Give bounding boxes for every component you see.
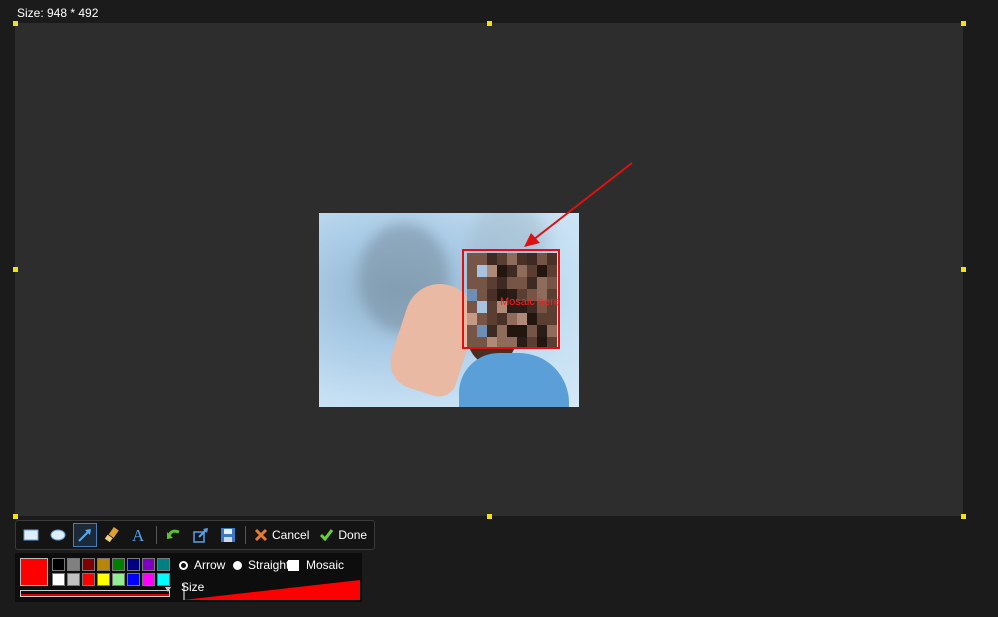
current-color-swatch[interactable] — [20, 558, 48, 586]
chevron-down-icon — [165, 587, 171, 592]
selection-handle-bottom-center[interactable] — [487, 514, 492, 519]
color-swatch[interactable] — [112, 573, 125, 586]
annotation-toolbar: A Cancel Done — [15, 520, 375, 550]
selection-handle-top-left[interactable] — [13, 21, 18, 26]
color-swatch[interactable] — [52, 558, 65, 571]
color-swatch[interactable] — [157, 573, 170, 586]
mosaic-label: Mosaic — [306, 558, 345, 572]
undo-button[interactable] — [162, 523, 186, 547]
color-swatch[interactable] — [127, 573, 140, 586]
close-icon — [254, 528, 268, 542]
straight-mode-option[interactable]: Straight — [233, 558, 289, 572]
arrow-mode-label: Arrow — [194, 558, 226, 572]
color-swatch[interactable] — [82, 573, 95, 586]
rectangle-tool-button[interactable] — [19, 523, 43, 547]
color-swatch[interactable] — [97, 558, 110, 571]
done-button-label: Done — [338, 528, 368, 542]
ellipse-tool-button[interactable] — [46, 523, 70, 547]
size-slider[interactable] — [183, 578, 361, 602]
rectangle-icon — [23, 529, 39, 541]
radio-icon — [233, 560, 242, 570]
arrow-mode-option[interactable]: Arrow — [179, 558, 225, 572]
text-tool-button[interactable]: A — [127, 523, 151, 547]
checkbox-icon — [288, 559, 299, 571]
selection-handle-middle-left[interactable] — [13, 267, 18, 272]
save-button[interactable] — [216, 523, 240, 547]
text-icon: A — [132, 526, 145, 544]
floppy-disk-icon — [221, 528, 235, 542]
color-swatch[interactable] — [142, 573, 155, 586]
cancel-button-label: Cancel — [272, 528, 310, 542]
tool-options-panel: Arrow Straight Mosaic Size — [15, 553, 362, 602]
export-icon — [193, 528, 208, 543]
text-annotation[interactable]: Mosaic here — [500, 296, 560, 308]
selection-handle-top-center[interactable] — [487, 21, 492, 26]
color-swatch[interactable] — [127, 558, 140, 571]
brush-tool-button[interactable] — [100, 523, 124, 547]
color-swatch[interactable] — [157, 558, 170, 571]
toolbar-divider — [245, 526, 246, 544]
color-swatch[interactable] — [67, 573, 80, 586]
checkmark-icon — [320, 529, 334, 542]
photo-person-shirt — [459, 353, 569, 407]
toolbar-divider — [156, 526, 157, 544]
color-swatch[interactable] — [67, 558, 80, 571]
arrow-icon — [78, 529, 91, 542]
undo-icon — [167, 529, 180, 539]
ellipse-icon — [50, 529, 66, 541]
straight-mode-label: Straight — [248, 558, 290, 572]
size-label: Size: 948 * 492 — [17, 6, 99, 20]
color-swatch[interactable] — [142, 558, 155, 571]
color-swatch[interactable] — [52, 573, 65, 586]
color-swatch[interactable] — [82, 558, 95, 571]
color-swatch[interactable] — [97, 573, 110, 586]
line-width-bar[interactable] — [20, 590, 170, 597]
done-button[interactable]: Done — [319, 523, 367, 547]
arrow-tool-button[interactable] — [73, 523, 97, 547]
mosaic-option[interactable]: Mosaic — [288, 558, 344, 572]
cancel-button[interactable]: Cancel — [254, 523, 309, 547]
selection-handle-middle-right[interactable] — [961, 267, 966, 272]
export-button[interactable] — [189, 523, 213, 547]
brush-icon — [104, 527, 119, 543]
selection-handle-top-right[interactable] — [961, 21, 966, 26]
selection-handle-bottom-right[interactable] — [961, 514, 966, 519]
color-swatch[interactable] — [112, 558, 125, 571]
svg-text:A: A — [132, 526, 145, 544]
selection-handle-bottom-left[interactable] — [13, 514, 18, 519]
radio-icon — [179, 560, 188, 570]
